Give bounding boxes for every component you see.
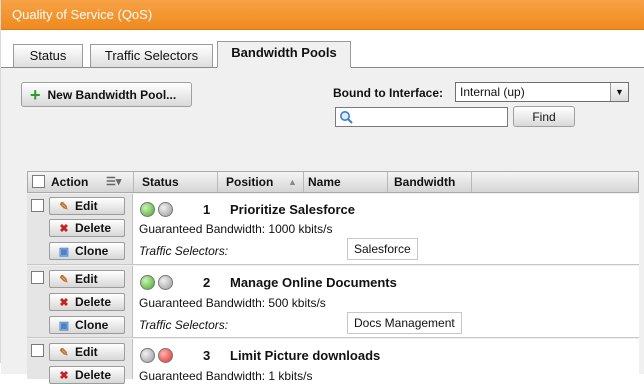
row-position: 3 (203, 348, 211, 363)
status-inactive-icon (140, 348, 155, 363)
delete-button[interactable]: ✖ Delete (49, 366, 125, 384)
column-action[interactable]: Action ☰▾ (28, 172, 134, 192)
row-position: 1 (203, 202, 211, 217)
delete-icon: ✖ (59, 223, 69, 235)
search-icon (340, 111, 353, 124)
row-bandwidth: Guaranteed Bandwidth: 1000 kbits/s (139, 222, 333, 236)
table-row: ✎ Edit ✖ Delete ▣ Clone 2 Manage Online Doc… (27, 266, 639, 338)
row-action-cell: ✎ Edit ✖ Delete (27, 339, 133, 384)
clone-label: Clone (75, 244, 109, 258)
bound-to-interface-label: Bound to Interface: (333, 86, 443, 100)
row-bandwidth: Guaranteed Bandwidth: 1 kbits/s (139, 369, 313, 383)
delete-label: Delete (75, 221, 112, 235)
bandwidth-pools-panel: + New Bandwidth Pool... Bound to Interfa… (1, 68, 644, 384)
column-position[interactable]: Position ▲ (218, 172, 304, 192)
edit-label: Edit (75, 199, 98, 213)
sort-ascending-icon: ▲ (288, 177, 297, 187)
edit-label: Edit (75, 272, 98, 286)
row-position: 2 (203, 275, 211, 290)
clone-icon: ▣ (58, 320, 70, 332)
interface-select-value: Internal (up) (460, 85, 525, 99)
edit-label: Edit (75, 345, 98, 359)
column-status[interactable]: Status (134, 172, 218, 192)
row-action-cell: ✎ Edit ✖ Delete ▣ Clone (27, 266, 133, 337)
edit-button[interactable]: ✎ Edit (49, 197, 125, 215)
delete-icon: ✖ (59, 370, 69, 382)
row-action-cell: ✎ Edit ✖ Delete ▣ Clone (27, 194, 133, 264)
status-active-icon (140, 275, 155, 290)
column-name[interactable]: Name (304, 172, 388, 192)
clone-button[interactable]: ▣ Clone (49, 242, 125, 260)
tab-bar: Status Traffic Selectors Bandwidth Pools (1, 41, 644, 68)
delete-label: Delete (75, 295, 112, 309)
add-icon: + (30, 84, 41, 105)
column-bandwidth[interactable]: Bandwidth (388, 172, 472, 192)
pencil-icon: ✎ (59, 347, 69, 359)
new-bandwidth-pool-button[interactable]: + New Bandwidth Pool... (21, 82, 192, 107)
window-title: Quality of Service (QoS) (1, 0, 644, 30)
status-inactive-icon (158, 275, 173, 290)
interface-select[interactable]: Internal (up) ▼ (455, 82, 629, 102)
tab-status[interactable]: Status (13, 44, 83, 68)
tab-bandwidth-pools[interactable]: Bandwidth Pools (217, 41, 351, 68)
edit-button[interactable]: ✎ Edit (49, 270, 125, 288)
traffic-selector-value: Salesforce (347, 238, 418, 260)
row-name: Limit Picture downloads (230, 348, 381, 363)
new-bandwidth-pool-label: New Bandwidth Pool... (47, 87, 177, 102)
delete-button[interactable]: ✖ Delete (49, 293, 125, 311)
dropdown-arrow-icon[interactable]: ▼ (610, 83, 628, 101)
row-name: Manage Online Documents (230, 275, 397, 290)
row-bandwidth: Guaranteed Bandwidth: 500 kbits/s (139, 296, 326, 310)
traffic-selectors-label: Traffic Selectors: (139, 244, 229, 258)
traffic-selector-value: Docs Management (347, 312, 462, 334)
column-position-label: Position (226, 175, 274, 189)
status-inactive-icon (158, 202, 173, 217)
find-button[interactable]: Find (513, 106, 575, 127)
row-name: Prioritize Salesforce (230, 202, 355, 217)
row-checkbox[interactable] (31, 271, 44, 284)
pencil-icon: ✎ (59, 201, 69, 213)
qos-window: Quality of Service (QoS) Status Traffic … (0, 0, 644, 384)
clone-icon: ▣ (58, 246, 70, 258)
clone-label: Clone (75, 318, 109, 332)
traffic-selectors-label: Traffic Selectors: (139, 318, 229, 332)
clone-button[interactable]: ▣ Clone (49, 316, 125, 334)
delete-label: Delete (75, 368, 112, 382)
grid-header: Action ☰▾ Status Position ▲ Name Bandwid… (27, 171, 639, 193)
row-checkbox[interactable] (31, 344, 44, 357)
table-row: ✎ Edit ✖ Delete ▣ Clone 1 Prioritize Salesf… (27, 194, 639, 265)
delete-icon: ✖ (59, 297, 69, 309)
column-menu-icon[interactable]: ☰▾ (106, 172, 121, 192)
tab-traffic-selectors[interactable]: Traffic Selectors (90, 44, 213, 68)
search-input[interactable] (335, 107, 508, 127)
pencil-icon: ✎ (59, 274, 69, 286)
edit-button[interactable]: ✎ Edit (49, 343, 125, 361)
delete-button[interactable]: ✖ Delete (49, 219, 125, 237)
column-action-label: Action (51, 175, 89, 189)
row-checkbox[interactable] (31, 199, 44, 212)
status-active-icon (140, 202, 155, 217)
table-row: ✎ Edit ✖ Delete 3 Limit Picture downloads … (27, 339, 639, 384)
status-blocked-icon (158, 348, 173, 363)
